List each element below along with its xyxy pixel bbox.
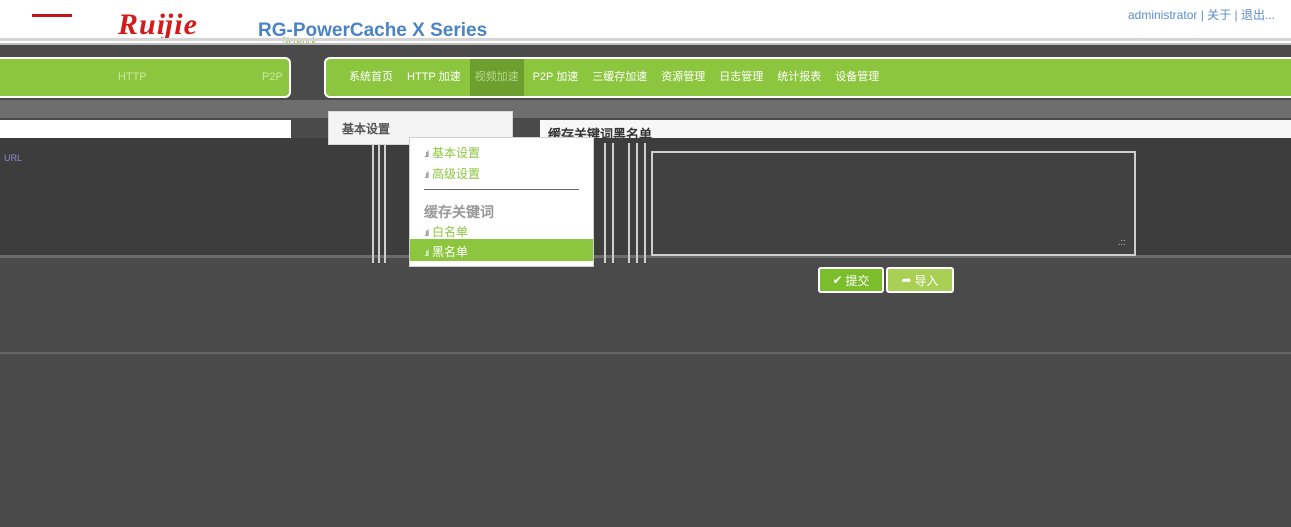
menu-item-blacklist[interactable]: .ıl 黑名单 — [424, 243, 468, 260]
resize-grip-icon[interactable]: .:: — [1118, 237, 1126, 247]
menu-item-label: 白名单 — [432, 225, 469, 239]
import-button[interactable]: ➦ 导入 — [886, 267, 954, 293]
nav-item-reports[interactable]: 统计报表 — [772, 59, 826, 96]
nav-item-resources[interactable]: 资源管理 — [656, 59, 710, 96]
nav-item-tertiary-cache[interactable]: 三缓存加速 — [587, 59, 652, 96]
signal-icon: .ıl — [424, 170, 429, 180]
http-tab[interactable]: HTTP — [118, 71, 147, 83]
signal-icon: .ıl — [424, 228, 429, 238]
divider — [628, 143, 630, 263]
menu-item-basic-settings[interactable]: .ıl 基本设置 — [424, 144, 480, 161]
logo-dash — [32, 14, 72, 17]
menu-item-label: 高级设置 — [432, 167, 481, 181]
import-label: 导入 — [914, 273, 939, 288]
menu-separator — [424, 189, 579, 190]
menu-item-advanced-settings[interactable]: .ıl 高级设置 — [424, 165, 480, 182]
settings-menu: .ıl 基本设置 .ıl 高级设置 缓存关键词 .ıl 白名单 .ıl 黑名单 — [409, 137, 594, 267]
divider — [378, 143, 380, 263]
nav-item-video[interactable]: 视频加速 — [469, 59, 524, 96]
nav-item-home[interactable]: 系统首页 — [344, 59, 398, 96]
url-label: URL — [4, 153, 23, 163]
submit-label: 提交 — [845, 273, 870, 288]
user-links: administrator | 关于 | 退出... — [1128, 6, 1275, 23]
menu-item-label: 基本设置 — [432, 146, 481, 160]
nav-item-http[interactable]: HTTP 加速 — [402, 59, 466, 96]
menu-item-label: 黑名单 — [432, 245, 469, 259]
ruijie-logo: Ruĳie — [118, 8, 198, 41]
content-band — [0, 100, 1291, 118]
signal-icon: .ıl — [424, 248, 429, 258]
menu-section-title: 缓存关键词 — [424, 204, 494, 220]
blacklist-textarea[interactable] — [651, 151, 1136, 256]
nav-item-logs[interactable]: 日志管理 — [714, 59, 768, 96]
header-divider-2 — [0, 43, 1291, 45]
divider — [636, 143, 638, 263]
footer-divider — [0, 352, 1291, 354]
side-panel-title: 基本设置 — [342, 122, 391, 136]
divider — [372, 143, 374, 263]
logout-link[interactable]: 退出... — [1241, 8, 1275, 22]
divider — [384, 143, 386, 263]
check-icon: ✔ — [832, 273, 843, 287]
menu-item-whitelist[interactable]: .ıl 白名单 — [424, 223, 468, 240]
divider — [644, 143, 646, 263]
nav-item-p2p[interactable]: P2P 加速 — [528, 59, 584, 96]
main-nav-bar: 系统首页 HTTP 加速 视频加速 P2P 加速 三缓存加速 资源管理 日志管理… — [324, 57, 1291, 98]
signal-icon: .ıl — [424, 149, 429, 159]
divider — [604, 143, 606, 263]
nav-item-devices[interactable]: 设备管理 — [830, 59, 884, 96]
arrow-icon: ➦ — [901, 273, 912, 287]
header-divider — [0, 38, 1291, 41]
left-bar: HTTP P2P — [0, 57, 291, 98]
p2p-tab[interactable]: P2P — [262, 71, 283, 83]
user-link[interactable]: administrator — [1128, 8, 1197, 22]
divider — [612, 143, 614, 263]
main-nav: 系统首页 HTTP 加速 视频加速 P2P 加速 三缓存加速 资源管理 日志管理… — [344, 59, 888, 96]
about-link[interactable]: 关于 — [1207, 8, 1231, 22]
submit-button[interactable]: ✔ 提交 — [818, 267, 884, 293]
